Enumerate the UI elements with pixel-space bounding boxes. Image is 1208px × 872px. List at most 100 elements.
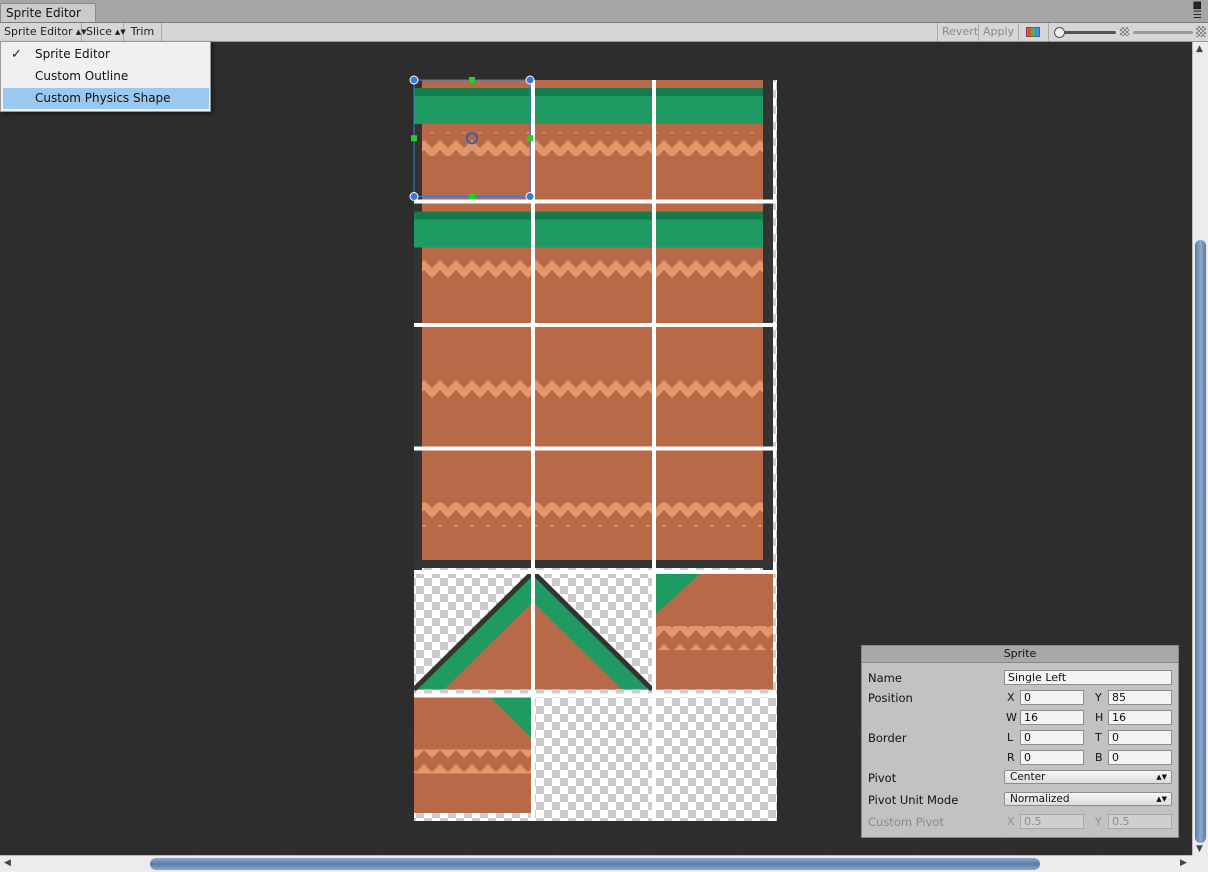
window-controls: ■ ☰ xyxy=(1193,1,1202,21)
sprite-tile-corner-bl[interactable] xyxy=(414,697,531,814)
sprite-tile-top-right[interactable] xyxy=(648,80,773,204)
updown-arrow-icon: ▲▼ xyxy=(1156,795,1167,803)
window-tab-label: Sprite Editor xyxy=(6,6,81,20)
zoom-slider-thumb[interactable] xyxy=(1054,27,1065,38)
sprite-tile-mid-left[interactable] xyxy=(414,327,531,451)
sprite-tile-top-right[interactable] xyxy=(648,203,773,328)
slice-label: Slice xyxy=(86,25,112,38)
edge-handle[interactable] xyxy=(469,193,475,200)
sprite-tile-corner-br[interactable] xyxy=(656,574,773,690)
mode-dropdown[interactable]: Sprite Editor ▲▼ xyxy=(0,23,86,41)
context-menu-icon[interactable]: ☰ xyxy=(1193,11,1202,21)
b-label: B xyxy=(1095,751,1103,764)
toolbar: Sprite Editor ▲▼ Slice ▲▼ Trim Revert Appl… xyxy=(0,23,1208,42)
vertical-scroll-thumb[interactable] xyxy=(1195,240,1206,843)
scroll-left-icon[interactable]: ◀ xyxy=(4,858,11,868)
canvas-stripe xyxy=(0,264,291,855)
tile-separator xyxy=(414,199,777,204)
custom-pivot-x-label: X xyxy=(1007,815,1015,828)
border-label: Border xyxy=(868,731,907,745)
horizontal-scroll-thumb[interactable] xyxy=(150,858,1040,870)
sprite-tile-top-left[interactable] xyxy=(414,203,531,328)
canvas-stripe xyxy=(69,42,471,855)
corner-handle[interactable] xyxy=(409,192,419,201)
corner-handle[interactable] xyxy=(525,75,535,85)
h-field[interactable]: 16 xyxy=(1108,710,1172,725)
trim-button[interactable]: Trim xyxy=(124,23,162,41)
tile-separator xyxy=(414,570,777,574)
pivot-label: Pivot xyxy=(868,771,897,785)
r-label: R xyxy=(1007,751,1015,764)
sprite-tile-bot-left[interactable] xyxy=(414,450,531,575)
pivot-value: Center xyxy=(1010,771,1046,783)
color-channel-toggle[interactable] xyxy=(1019,23,1049,41)
pivot-unit-mode-dropdown[interactable]: Normalized ▲▼ xyxy=(1004,792,1172,806)
scroll-up-icon[interactable]: ▲ xyxy=(1196,44,1203,54)
x-label: X xyxy=(1007,691,1015,704)
check-icon: ✓ xyxy=(11,47,22,62)
scroll-down-icon[interactable]: ▼ xyxy=(1196,844,1203,854)
slice-dropdown[interactable]: Slice ▲▼ xyxy=(82,23,126,41)
y-field[interactable]: 85 xyxy=(1108,690,1172,705)
custom-pivot-label: Custom Pivot xyxy=(868,815,944,829)
mip-small-icon xyxy=(1120,27,1129,36)
custom-pivot-y-field: 0.5 xyxy=(1108,814,1172,829)
tile-separator xyxy=(414,693,777,698)
pivot-unit-mode-label: Pivot Unit Mode xyxy=(868,793,959,807)
trim-label: Trim xyxy=(130,25,155,38)
tile-separator xyxy=(652,80,656,821)
zoom-slider[interactable] xyxy=(1054,27,1116,38)
r-field[interactable]: 0 xyxy=(1020,750,1084,765)
vertical-scrollbar[interactable]: ▲ ▼ xyxy=(1192,42,1208,855)
edge-handle[interactable] xyxy=(527,135,533,142)
editor-mode-menu: ✓ Sprite Editor Custom Outline Custom Ph… xyxy=(0,41,211,112)
edge-handle[interactable] xyxy=(469,77,475,83)
w-field[interactable]: 16 xyxy=(1020,710,1084,725)
revert-button[interactable]: Revert xyxy=(937,23,979,41)
menu-item-label: Custom Outline xyxy=(35,69,129,83)
tile-separator xyxy=(414,323,777,327)
y-label: Y xyxy=(1095,691,1102,704)
rgb-icon xyxy=(1025,26,1041,38)
menu-item-label: Custom Physics Shape xyxy=(35,91,171,105)
tile-separator xyxy=(531,80,535,821)
menu-item-custom-physics-shape[interactable]: Custom Physics Shape xyxy=(3,88,209,109)
t-label: T xyxy=(1095,731,1102,744)
b-field[interactable]: 0 xyxy=(1108,750,1172,765)
custom-pivot-y-label: Y xyxy=(1095,815,1102,828)
h-label: H xyxy=(1095,711,1104,724)
sprite-inspector-panel: Sprite Name Single Left Position X 0 Y 8… xyxy=(861,645,1179,838)
updown-arrow-icon: ▲▼ xyxy=(1156,773,1167,781)
name-label: Name xyxy=(868,671,902,685)
scroll-right-icon[interactable]: ▶ xyxy=(1180,858,1187,868)
window-tab[interactable]: Sprite Editor xyxy=(0,3,96,22)
horizontal-scrollbar[interactable]: ◀ ▶ xyxy=(0,855,1192,872)
menu-item-custom-outline[interactable]: Custom Outline xyxy=(3,66,209,87)
pivot-dropdown[interactable]: Center ▲▼ xyxy=(1004,770,1172,784)
sprite-tile-bot-right[interactable] xyxy=(656,450,773,575)
menu-item-sprite-editor[interactable]: ✓ Sprite Editor xyxy=(3,44,209,65)
sprite-tile-mid-right[interactable] xyxy=(656,327,773,451)
tile-separator xyxy=(414,446,777,451)
t-field[interactable]: 0 xyxy=(1108,730,1172,745)
mip-slider[interactable] xyxy=(1133,31,1193,34)
apply-button[interactable]: Apply xyxy=(979,23,1019,41)
x-field[interactable]: 0 xyxy=(1020,690,1084,705)
mip-large-icon xyxy=(1196,26,1206,37)
sprite-tile-top-left[interactable] xyxy=(414,80,531,204)
custom-pivot-x-field: 0.5 xyxy=(1020,814,1084,829)
sprite-tile-bot-mid[interactable] xyxy=(535,450,652,569)
corner-handle[interactable] xyxy=(409,75,419,85)
sprite-tile-mid[interactable] xyxy=(535,327,652,451)
corner-handle[interactable] xyxy=(525,192,535,201)
canvas-stripe xyxy=(0,81,381,855)
canvas-stripe xyxy=(0,447,201,855)
apply-label: Apply xyxy=(983,25,1015,38)
position-label: Position xyxy=(868,691,913,705)
l-field[interactable]: 0 xyxy=(1020,730,1084,745)
sprite-tile-top-mid[interactable] xyxy=(527,80,652,204)
revert-label: Revert xyxy=(942,25,979,38)
edge-handle[interactable] xyxy=(411,135,417,142)
name-field[interactable]: Single Left xyxy=(1004,670,1172,685)
sprite-tile-top-mid[interactable] xyxy=(527,203,652,328)
